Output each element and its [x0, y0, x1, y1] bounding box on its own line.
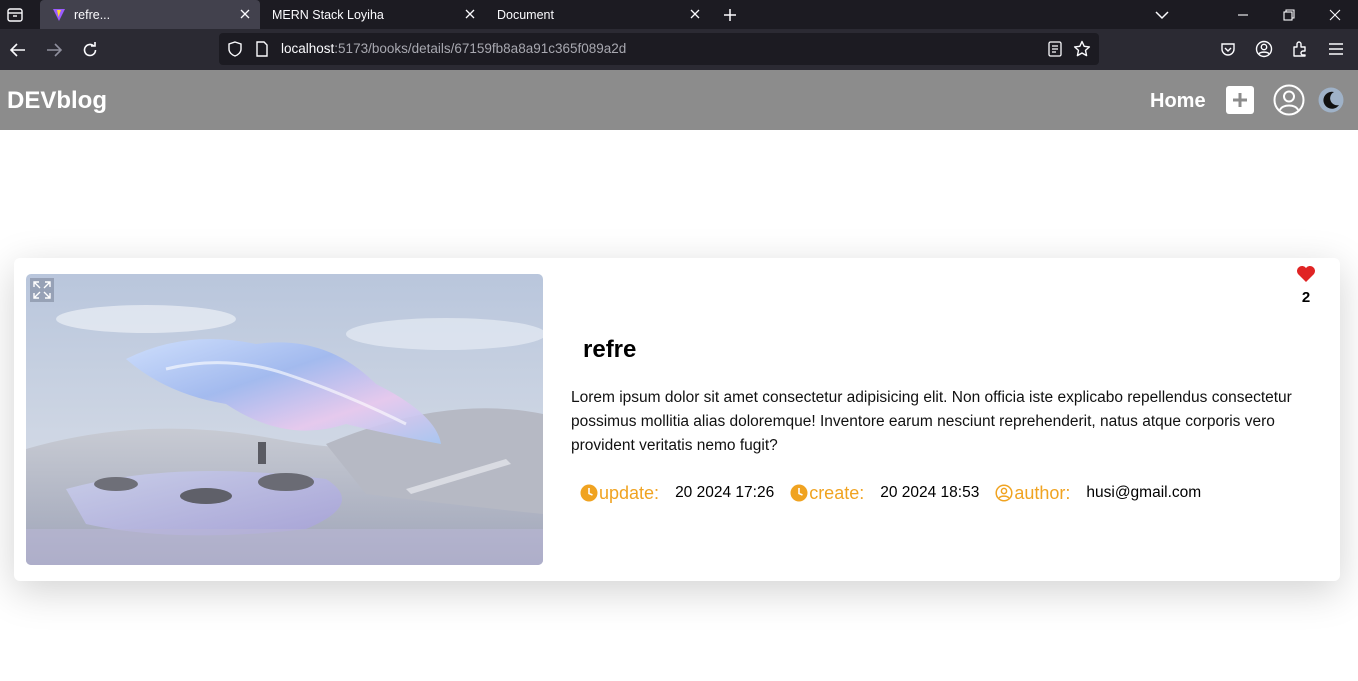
tab-title: Document [497, 7, 554, 22]
create-label-text: create: [809, 482, 865, 503]
post-image[interactable] [26, 274, 543, 565]
post-image-art [26, 274, 543, 565]
browser-nav-bar: localhost:5173/books/details/67159fb8a8a… [0, 29, 1358, 70]
url-text[interactable]: localhost:5173/books/details/67159fb8a8a… [281, 41, 626, 56]
account-icon[interactable] [1253, 38, 1275, 60]
author-label-text: author: [1014, 482, 1071, 503]
close-tab-icon[interactable] [238, 7, 252, 21]
create-date: 20 2024 18:53 [880, 484, 980, 501]
address-bar[interactable]: localhost:5173/books/details/67159fb8a8a… [219, 33, 1099, 65]
user-profile-icon[interactable] [1273, 84, 1305, 116]
post-card: 2 refre Lorem ipsum dolor sit amet conse… [14, 258, 1340, 581]
author-email: husi@gmail.com [1086, 484, 1202, 501]
theme-toggle-icon[interactable] [1318, 87, 1344, 113]
create-label: create: [790, 483, 864, 504]
close-window-icon[interactable] [1312, 0, 1358, 29]
extensions-icon[interactable] [1289, 38, 1311, 60]
tab-title: MERN Stack Loyiha [272, 7, 384, 22]
post-meta-row: update: 20 2024 17:26 create: 20 2024 18… [580, 480, 1217, 506]
close-tab-icon[interactable] [463, 7, 477, 21]
browser-tab-active[interactable]: refre... [40, 0, 260, 29]
back-arrow-icon[interactable] [4, 36, 32, 64]
reader-view-icon[interactable] [1047, 41, 1063, 57]
browser-tab[interactable]: MERN Stack Loyiha [260, 0, 485, 29]
fullscreen-expand-icon[interactable] [30, 278, 54, 302]
hamburger-menu-icon[interactable] [1325, 38, 1347, 60]
clock-icon [580, 484, 598, 502]
tab-title: refre... [74, 7, 111, 22]
browser-tab-strip: refre... MERN Stack Loyiha Document [0, 0, 1358, 29]
author-label: author: [995, 483, 1070, 504]
url-path: :5173/books/details/67159fb8a8a91c365f08… [334, 41, 627, 56]
update-label: update: [580, 483, 659, 504]
site-logo[interactable]: DEVblog [7, 87, 107, 115]
new-tab-icon[interactable] [716, 0, 744, 29]
update-date: 20 2024 17:26 [675, 484, 775, 501]
add-post-button[interactable] [1226, 86, 1254, 114]
restore-icon[interactable] [1266, 0, 1312, 29]
like-count: 2 [1301, 289, 1311, 306]
heart-like-icon[interactable] [1296, 265, 1316, 283]
forward-arrow-icon[interactable] [40, 36, 68, 64]
tab-manager-icon[interactable] [0, 0, 30, 29]
star-bookmark-icon[interactable] [1073, 40, 1091, 58]
site-header: DEVblog Home [0, 70, 1358, 130]
post-title: refre [583, 336, 637, 363]
close-tab-icon[interactable] [688, 7, 702, 21]
chevron-down-icon[interactable] [1148, 0, 1176, 29]
post-description: Lorem ipsum dolor sit amet consectetur a… [571, 389, 1292, 454]
shield-icon[interactable] [227, 41, 243, 57]
page-icon[interactable] [255, 41, 269, 57]
browser-tab[interactable]: Document [485, 0, 710, 29]
user-circle-icon [995, 484, 1013, 502]
url-host: localhost [281, 41, 335, 56]
plus-icon [1233, 93, 1247, 107]
pocket-icon[interactable] [1217, 38, 1239, 60]
vite-favicon-icon [53, 8, 65, 21]
home-link[interactable]: Home [1150, 90, 1206, 113]
update-label-text: update: [599, 482, 660, 503]
reload-icon[interactable] [76, 36, 104, 64]
clock-icon [790, 484, 808, 502]
minimize-icon[interactable] [1220, 0, 1266, 29]
